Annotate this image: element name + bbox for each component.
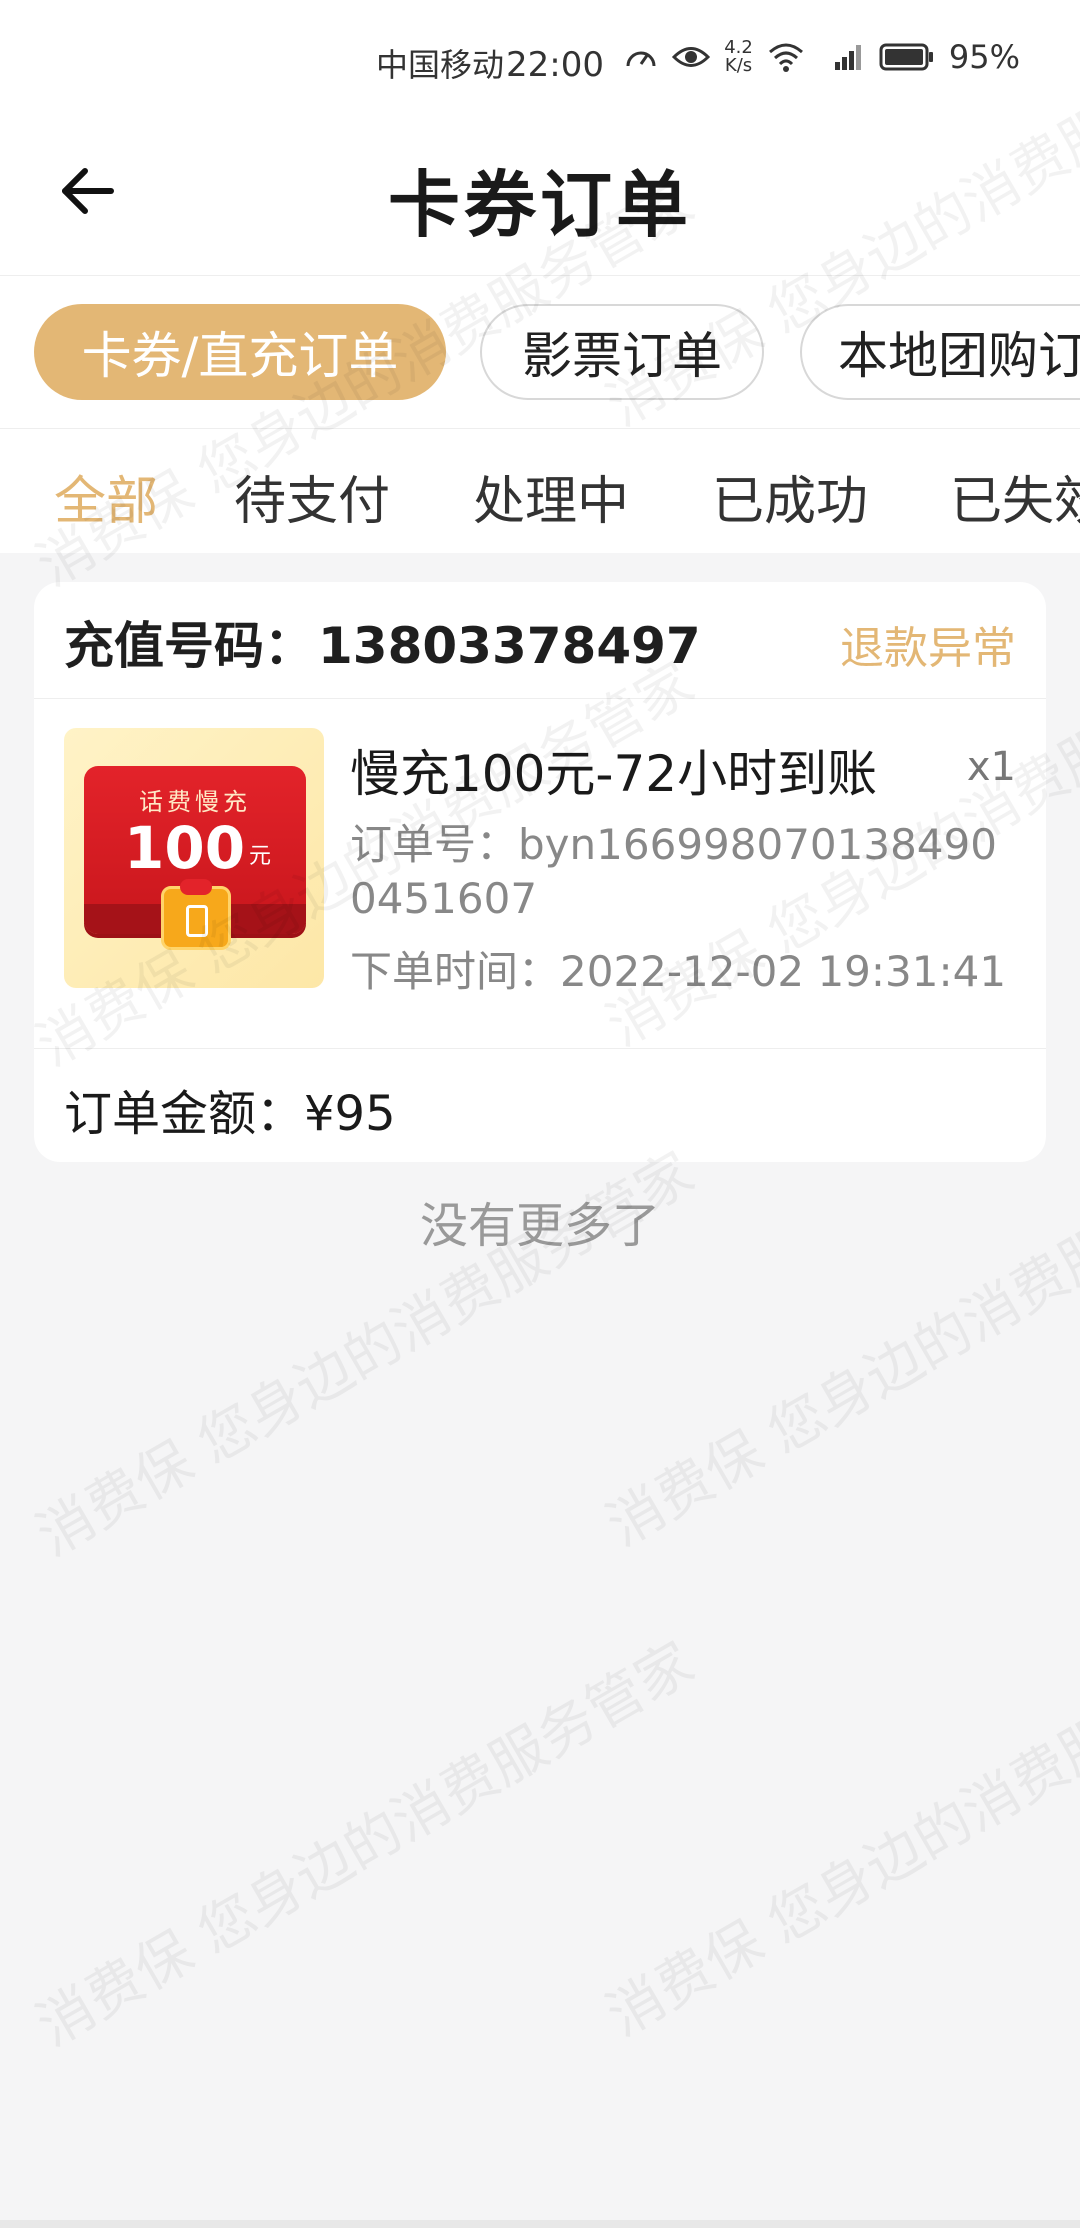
recharge-phone-label: 充值号码： xyxy=(64,617,314,675)
order-time: 下单时间：2022-12-02 19:31:41 xyxy=(350,938,1006,999)
signal-5g-icon xyxy=(819,42,865,72)
recharge-phone: 充值号码：13803378497 xyxy=(64,606,701,678)
category-tabs: 卡券/直充订单 影票订单 本地团购订单 xyxy=(0,275,1080,428)
status-tabs: 全部 待支付 处理中 已成功 已失效 xyxy=(0,428,1080,553)
page-title: 卡券订单 xyxy=(387,163,692,247)
tab-movie-ticket-orders[interactable]: 影票订单 xyxy=(480,304,764,400)
order-number-label: 订单号： xyxy=(350,820,519,869)
status-tab-expired[interactable]: 已失效 xyxy=(950,459,1080,534)
status-tab-processing[interactable]: 处理中 xyxy=(473,459,629,534)
product-quantity: x1 xyxy=(966,744,1016,790)
order-card-footer: 订单金额：¥95 xyxy=(34,1048,1046,1162)
home-indicator xyxy=(0,2220,1080,2228)
order-time-label: 下单时间： xyxy=(350,947,561,996)
order-number: 订单号：byn1669980701384900451607 xyxy=(350,818,1020,926)
speed-gauge-icon xyxy=(624,42,658,72)
watermark: 消费保 您身边的消费服务管家 xyxy=(26,1630,705,2060)
status-carrier-time: 中国移动22:00 xyxy=(376,40,604,86)
product-image: 话费慢充 100 元 xyxy=(64,728,324,988)
top-bar: 中国移动22:00 4.2 K/s 95% 卡券订单 xyxy=(0,0,1080,275)
phone-recharge-icon xyxy=(161,879,231,950)
order-amount-label: 订单金额： xyxy=(64,1086,305,1142)
wifi-icon xyxy=(767,42,805,72)
voucher-unit: 元 xyxy=(249,844,272,869)
battery-percent: 95% xyxy=(948,38,1020,76)
status-tab-all[interactable]: 全部 xyxy=(54,459,158,534)
status-time: 22:00 xyxy=(506,45,604,85)
net-speed: 4.2 K/s xyxy=(724,39,753,75)
order-amount-value: ¥95 xyxy=(304,1086,396,1142)
net-speed-unit: K/s xyxy=(724,55,753,76)
tab-local-group-orders[interactable]: 本地团购订单 xyxy=(800,304,1080,400)
status-tab-pending-payment[interactable]: 待支付 xyxy=(234,459,390,534)
order-status-badge: 退款异常 xyxy=(840,623,1016,674)
order-amount: 订单金额：¥95 xyxy=(64,1074,396,1144)
order-card-body: 话费慢充 100 元 慢充100元-72小时到账 x1 订单号：byn16699… xyxy=(34,698,1046,1049)
status-bar: 中国移动22:00 4.2 K/s 95% xyxy=(0,0,1080,126)
badge-tag xyxy=(180,879,212,895)
order-time-value: 2022-12-02 19:31:41 xyxy=(560,947,1007,996)
nav-bar: 卡券订单 xyxy=(0,126,1080,274)
carrier-name: 中国移动 xyxy=(376,46,505,84)
product-title: 慢充100元-72小时到账 xyxy=(350,745,878,803)
watermark: 消费保 您身边的消费服务管家 xyxy=(596,1620,1080,2050)
battery-icon xyxy=(879,42,935,72)
tab-card-recharge-orders[interactable]: 卡券/直充订单 xyxy=(34,304,446,400)
status-tab-succeeded[interactable]: 已成功 xyxy=(712,459,868,534)
voucher-amount: 100 xyxy=(124,814,246,882)
status-icons: 4.2 K/s 95% xyxy=(624,38,1020,76)
order-card[interactable]: 充值号码：13803378497 退款异常 话费慢充 100 元 慢充100元-… xyxy=(34,582,1046,1162)
recharge-phone-number: 13803378497 xyxy=(318,617,701,675)
voucher-caption: 话费慢充 xyxy=(139,788,251,816)
phone-shape xyxy=(186,905,208,937)
no-more-text: 没有更多了 xyxy=(419,1198,660,1254)
order-card-header: 充值号码：13803378497 退款异常 xyxy=(34,582,1046,699)
eye-icon xyxy=(672,44,711,70)
